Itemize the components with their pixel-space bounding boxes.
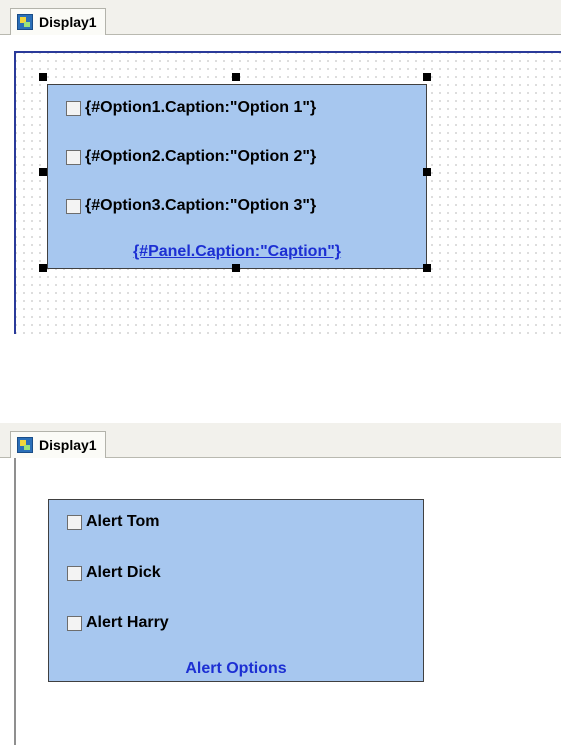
checkbox-box[interactable] (67, 514, 82, 530)
resize-handle-bottom-right[interactable] (423, 264, 431, 272)
tab-display1-runtime[interactable]: Display1 (10, 431, 106, 458)
resize-handle-top-left[interactable] (39, 73, 47, 81)
design-tab-bar: Display1 (0, 0, 561, 35)
checkbox-box[interactable] (66, 100, 81, 116)
alert-tom-label: Alert Tom (86, 513, 160, 530)
tab-label: Display1 (39, 14, 97, 30)
resize-handle-middle-right[interactable] (423, 168, 431, 176)
tab-display1-design[interactable]: Display1 (10, 8, 106, 35)
checkbox-box[interactable] (66, 149, 81, 165)
checkbox-box[interactable] (66, 198, 81, 214)
option-3-checkbox-design[interactable]: {#Option3.Caption:"Option 3"} (66, 197, 316, 215)
panel-caption-runtime: Alert Options (185, 660, 287, 677)
alert-dick-checkbox[interactable]: Alert Dick (67, 564, 161, 582)
checkbox-box[interactable] (67, 615, 82, 631)
display-icon (17, 14, 33, 30)
resize-handle-bottom-left[interactable] (39, 264, 47, 272)
alert-tom-checkbox[interactable]: Alert Tom (67, 513, 159, 531)
tab-label: Display1 (39, 437, 97, 453)
option-panel-runtime: Alert Tom Alert Dick Alert Harry Alert O… (48, 499, 424, 682)
option-panel-design[interactable]: {#Option1.Caption:"Option 1"} {#Option2.… (47, 84, 427, 269)
option-2-label: {#Option2.Caption:"Option 2"} (85, 148, 317, 165)
option-1-checkbox-design[interactable]: {#Option1.Caption:"Option 1"} (66, 99, 316, 117)
alert-harry-label: Alert Harry (86, 614, 169, 631)
display-icon (17, 437, 33, 453)
alert-harry-checkbox[interactable]: Alert Harry (67, 614, 169, 632)
resize-handle-top-right[interactable] (423, 73, 431, 81)
checkbox-box[interactable] (67, 565, 82, 581)
option-2-checkbox-design[interactable]: {#Option2.Caption:"Option 2"} (66, 148, 316, 166)
alert-dick-label: Alert Dick (86, 564, 161, 581)
option-1-label: {#Option1.Caption:"Option 1"} (85, 99, 317, 116)
resize-handle-middle-left[interactable] (39, 168, 47, 176)
option-3-label: {#Option3.Caption:"Option 3"} (85, 197, 317, 214)
resize-handle-top-middle[interactable] (232, 73, 240, 81)
runtime-tab-bar: Display1 (0, 423, 561, 458)
panel-caption-design: {#Panel.Caption:"Caption"} (132, 243, 342, 260)
resize-handle-bottom-middle[interactable] (232, 264, 240, 272)
